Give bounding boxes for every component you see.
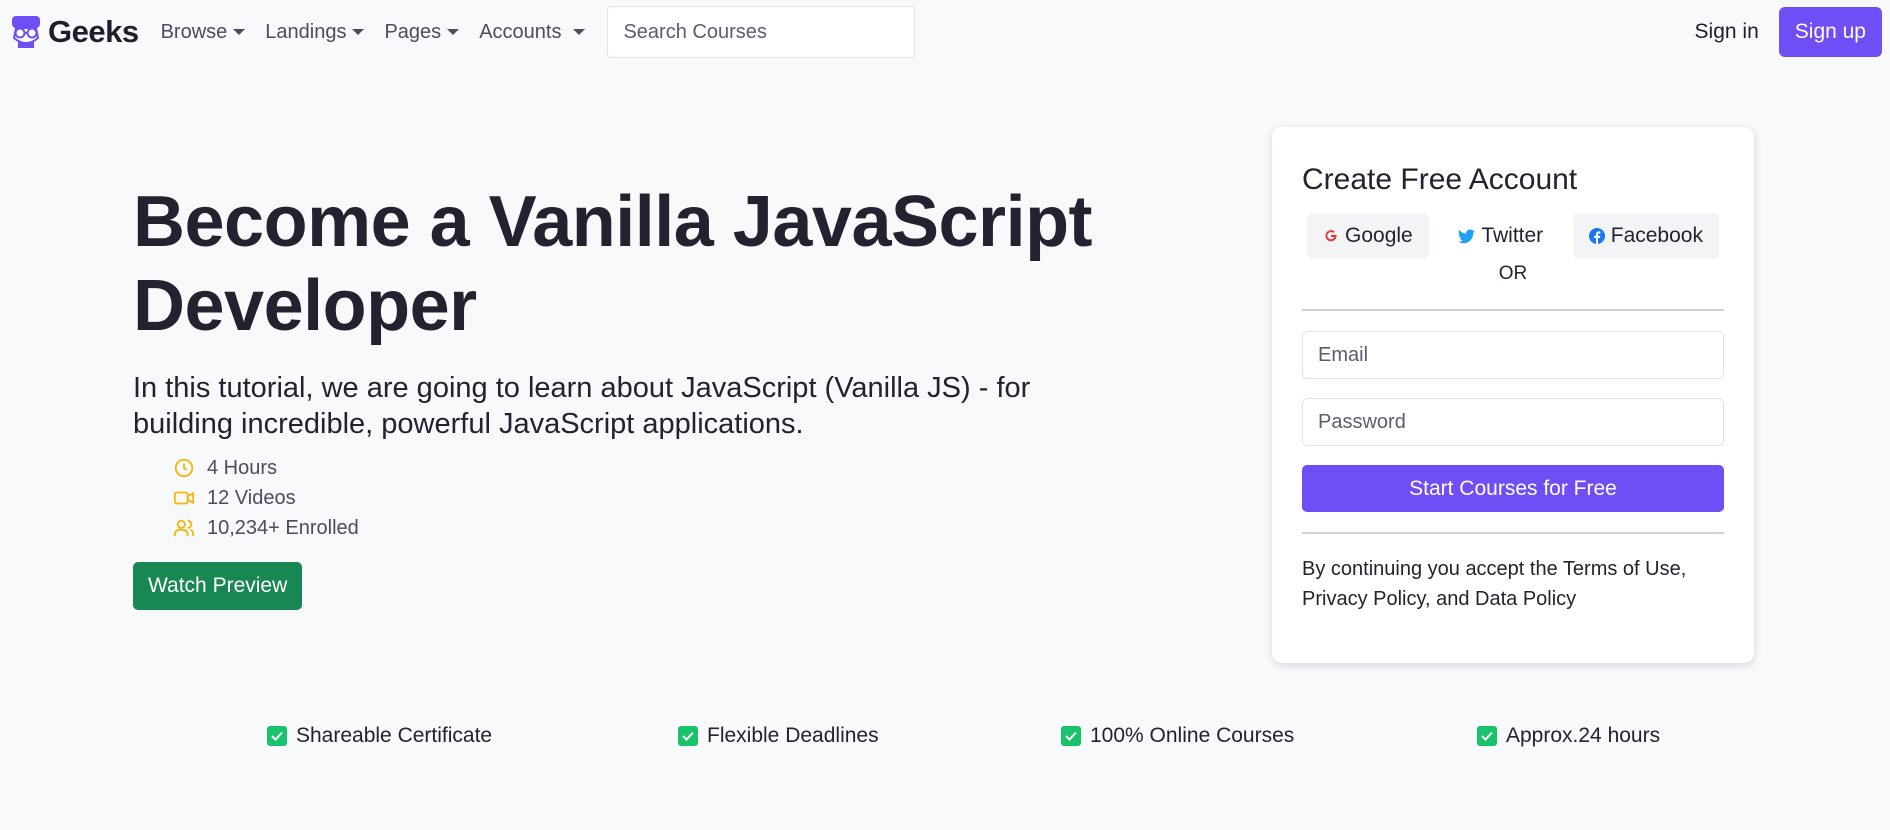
meta-enrolled: 10,234+ Enrolled [173,513,359,543]
meta-duration-text: 4 Hours [207,456,278,479]
feature-label: Flexible Deadlines [707,724,879,747]
nav-landings[interactable]: Landings [265,20,365,44]
feature-item: Approx.24 hours [1477,724,1660,748]
terms-text: By continuing you accept the Terms of Us… [1302,558,1687,610]
meta-videos: 12 Videos [173,483,359,513]
nav-accounts-label: Accounts [479,20,562,43]
nav-landings-label: Landings [265,20,347,43]
facebook-icon [1588,228,1605,244]
watch-preview-button[interactable]: Watch Preview [133,562,303,610]
signin-link[interactable]: Sign in [1695,20,1759,44]
search-input[interactable] [607,6,916,58]
meta-duration: 4 Hours [173,453,359,483]
video-icon [173,491,195,505]
or-separator-text: OR [1498,263,1528,284]
nav-browse-label: Browse [160,20,228,43]
checkbox-check-icon [1477,726,1497,746]
clock-icon [174,458,194,478]
checkbox-check-icon [267,726,287,746]
divider [1302,532,1724,534]
hero-description: In this tutorial, we are going to learn … [133,372,1031,440]
feature-label: Shareable Certificate [296,724,493,747]
features-row: Shareable Certificate Flexible Deadlines… [0,724,1890,754]
nav-right: Sign in Sign up [1695,7,1882,57]
start-courses-button[interactable]: Start Courses for Free [1302,465,1724,512]
course-meta-list: 4 Hours 12 Videos 10,234+ Enrolled [173,453,359,543]
twitter-button[interactable]: Twitter [1442,213,1559,259]
checkbox-check-icon [1061,726,1081,746]
card-title: Create Free Account [1302,163,1578,196]
brand[interactable]: Geeks [8,14,139,50]
caret-down-icon [233,29,246,35]
feature-label: 100% Online Courses [1090,724,1295,747]
caret-down-icon [573,29,586,35]
nav-pages[interactable]: Pages [384,20,460,44]
nav-pages-label: Pages [384,20,442,43]
social-login-row: Google Twitter Facebook [1302,213,1724,259]
feature-item: 100% Online Courses [1061,724,1294,748]
twitter-icon [1458,229,1476,243]
meta-enrolled-text: 10,234+ Enrolled [207,516,359,539]
facebook-label: Facebook [1610,224,1703,247]
caret-down-icon [447,29,460,35]
hero-title: Become a Vanilla JavaScript Developer [133,182,1093,346]
meta-videos-text: 12 Videos [207,486,296,509]
caret-down-icon [352,29,365,35]
divider [1302,309,1724,311]
email-field[interactable] [1302,331,1724,379]
checkbox-check-icon [678,726,698,746]
feature-item: Flexible Deadlines [678,724,879,748]
feature-label: Approx.24 hours [1506,724,1661,747]
google-button[interactable]: Google [1307,213,1429,259]
brand-name: Geeks [48,14,139,49]
signup-button[interactable]: Sign up [1778,7,1882,57]
password-field[interactable] [1302,398,1724,446]
nav-accounts[interactable]: Accounts [479,20,586,44]
feature-item: Shareable Certificate [267,724,492,748]
geeks-logo-icon [12,16,40,48]
users-icon [173,519,195,537]
nav-browse[interactable]: Browse [161,21,246,44]
twitter-label: Twitter [1481,224,1544,247]
google-icon [1325,230,1337,242]
facebook-button[interactable]: Facebook [1572,213,1719,259]
signup-card: Create Free Account Google Twitter Faceb… [1272,127,1754,663]
top-navbar: Geeks Browse Landings Pages Accounts Sig… [0,0,1890,64]
google-label: Google [1345,224,1413,247]
